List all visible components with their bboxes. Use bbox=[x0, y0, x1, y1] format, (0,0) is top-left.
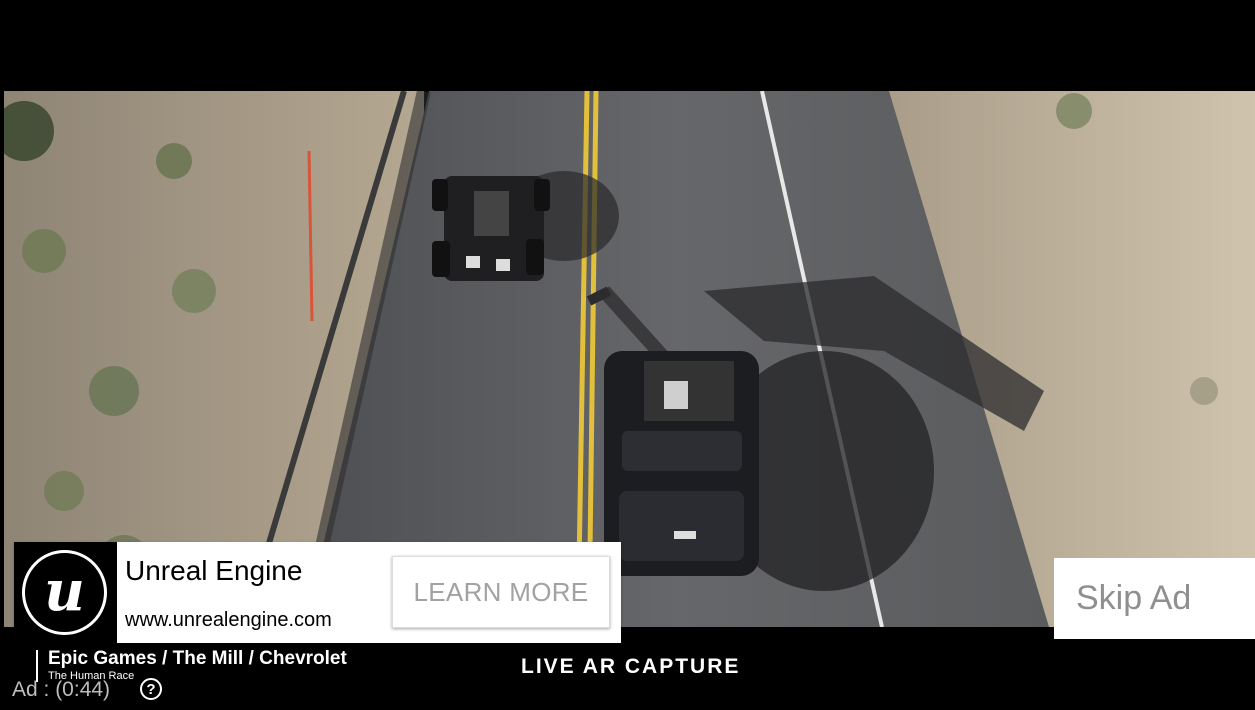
unreal-engine-logo-icon: u bbox=[22, 550, 107, 635]
video-credit: Epic Games / The Mill / Chevrolet bbox=[48, 648, 347, 669]
logo-glyph: u bbox=[44, 557, 85, 624]
help-icon[interactable]: ? bbox=[140, 678, 162, 700]
help-glyph: ? bbox=[146, 680, 156, 698]
letterbox-top bbox=[0, 0, 1255, 91]
ad-overlay-card[interactable]: u Unreal Engine www.unrealengine.com LEA… bbox=[14, 542, 621, 643]
video-caption: LIVE AR CAPTURE bbox=[521, 655, 741, 678]
ad-timer: Ad : (0:44) bbox=[12, 678, 111, 701]
advertiser-name[interactable]: Unreal Engine bbox=[125, 555, 302, 587]
learn-more-button[interactable]: LEARN MORE bbox=[392, 556, 610, 628]
advertiser-logo[interactable]: u bbox=[14, 542, 117, 643]
skip-ad-button[interactable]: Skip Ad bbox=[1054, 558, 1255, 639]
advertiser-url[interactable]: www.unrealengine.com bbox=[125, 609, 332, 632]
